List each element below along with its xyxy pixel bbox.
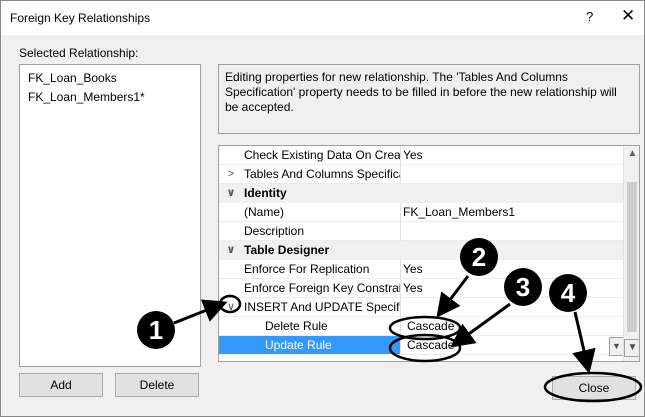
property-value[interactable]: Cascade xyxy=(401,317,623,336)
category-name: Identity xyxy=(244,186,287,200)
chevron-down-icon[interactable]: ∨ xyxy=(225,241,237,260)
relationship-list[interactable]: FK_Loan_Books FK_Loan_Members1* xyxy=(19,64,201,367)
property-name: Enforce Foreign Key Constrair xyxy=(244,281,401,295)
help-button[interactable]: ? xyxy=(586,9,593,24)
property-value[interactable]: Cascade xyxy=(401,336,623,355)
scroll-down-icon[interactable]: ▼ xyxy=(624,339,639,357)
property-row[interactable]: > Tables And Columns Specifica xyxy=(219,165,623,184)
property-row-selected[interactable]: Update Rule Cascade xyxy=(219,336,623,355)
property-name: Tables And Columns Specifica xyxy=(244,167,401,181)
property-value[interactable]: Yes xyxy=(401,260,623,279)
property-row[interactable]: Enforce Foreign Key Constrair Yes xyxy=(219,279,623,298)
title-bar: Foreign Key Relationships ? ✕ xyxy=(1,1,644,35)
property-value[interactable]: FK_Loan_Members1 xyxy=(401,203,623,222)
chevron-down-icon[interactable]: ∨ xyxy=(225,184,237,203)
property-name: INSERT And UPDATE Specifica xyxy=(244,300,401,314)
property-value[interactable]: Yes xyxy=(401,279,623,298)
dropdown-arrow-icon[interactable]: ▼ xyxy=(609,337,624,356)
property-name: Description xyxy=(244,224,305,238)
property-name: Check Existing Data On Creati xyxy=(244,148,401,162)
property-value[interactable] xyxy=(401,165,623,184)
property-name: (Name) xyxy=(244,205,285,219)
property-name: Delete Rule xyxy=(265,319,328,333)
close-icon[interactable]: ✕ xyxy=(621,6,635,26)
property-value[interactable]: Yes xyxy=(401,146,623,165)
property-row[interactable]: Check Existing Data On Creati Yes xyxy=(219,146,623,165)
property-value[interactable] xyxy=(401,222,623,241)
list-item[interactable]: FK_Loan_Members1* xyxy=(20,89,200,106)
property-row[interactable]: Delete Rule Cascade xyxy=(219,317,623,336)
info-message: Editing properties for new relationship.… xyxy=(218,64,640,134)
vertical-scrollbar[interactable]: ▲ ▼ xyxy=(623,146,639,361)
property-grid[interactable]: Check Existing Data On Creati Yes > Table… xyxy=(218,145,640,362)
property-value[interactable] xyxy=(401,298,623,317)
delete-button[interactable]: Delete xyxy=(115,373,199,397)
property-name: Update Rule xyxy=(265,338,332,352)
foreign-key-dialog: Foreign Key Relationships ? ✕ Selected R… xyxy=(0,0,645,417)
window-title: Foreign Key Relationships xyxy=(10,11,151,25)
property-row[interactable]: (Name) FK_Loan_Members1 xyxy=(219,203,623,222)
property-row[interactable]: ∨ INSERT And UPDATE Specifica xyxy=(219,298,623,317)
category-name: Table Designer xyxy=(244,243,330,257)
add-button[interactable]: Add xyxy=(19,373,103,397)
category-row-identity[interactable]: ∨ Identity xyxy=(219,184,623,203)
property-row[interactable]: Enforce For Replication Yes xyxy=(219,260,623,279)
close-button[interactable]: Close xyxy=(552,376,636,400)
chevron-right-icon[interactable]: > xyxy=(225,165,237,183)
category-row-table-designer[interactable]: ∨ Table Designer xyxy=(219,241,623,260)
scroll-up-icon[interactable]: ▲ xyxy=(624,148,639,163)
property-row[interactable]: Description xyxy=(219,222,623,241)
list-item[interactable]: FK_Loan_Books xyxy=(20,70,200,87)
scrollbar-thumb[interactable] xyxy=(627,182,637,332)
property-name: Enforce For Replication xyxy=(244,262,370,276)
selected-relationship-label: Selected Relationship: xyxy=(19,46,139,60)
chevron-down-icon[interactable]: ∨ xyxy=(225,298,237,316)
